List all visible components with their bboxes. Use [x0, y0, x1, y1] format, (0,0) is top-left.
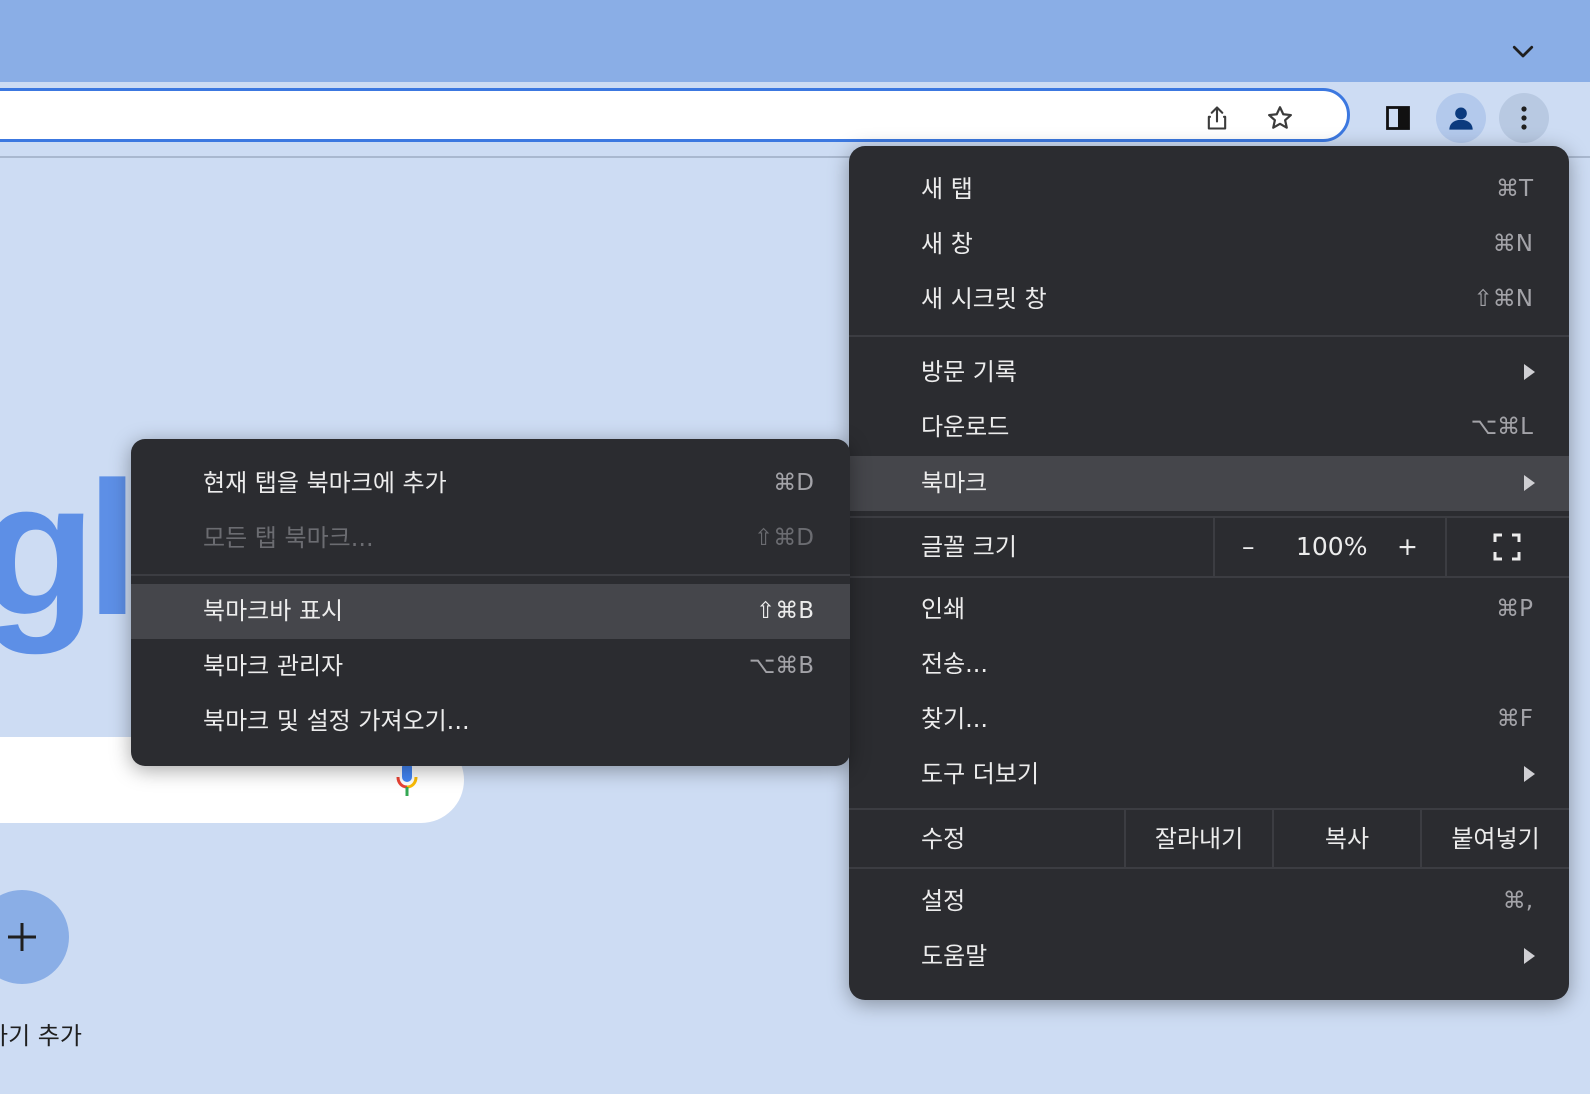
- menu-item-history[interactable]: 방문 기록: [849, 345, 1569, 400]
- add-shortcut-label: 가기 추가: [0, 1022, 82, 1050]
- paste-button[interactable]: 붙여넣기: [1422, 810, 1569, 868]
- profile-icon[interactable]: [1436, 93, 1486, 143]
- menu-item-cast[interactable]: 전송...: [849, 637, 1569, 692]
- fullscreen-icon[interactable]: [1492, 532, 1522, 562]
- menu-item-help[interactable]: 도움말: [849, 929, 1569, 984]
- menu-divider: [131, 574, 850, 576]
- add-shortcut-button[interactable]: [0, 890, 69, 984]
- menu-item-settings[interactable]: 설정 ⌘,: [849, 874, 1569, 929]
- menu-divider: [849, 576, 1569, 578]
- zoom-level: 100%: [1296, 532, 1368, 561]
- more-vertical-icon[interactable]: [1499, 93, 1549, 143]
- menu-item-print[interactable]: 인쇄 ⌘P: [849, 582, 1569, 637]
- menu-item-new-tab[interactable]: 새 탭 ⌘T: [849, 162, 1569, 217]
- menu-divider: [849, 867, 1569, 869]
- submenu-arrow-icon: [1524, 948, 1535, 964]
- zoom-out-button[interactable]: –: [1242, 518, 1255, 576]
- star-icon[interactable]: [1266, 104, 1294, 132]
- cut-button[interactable]: 잘라내기: [1126, 810, 1272, 868]
- side-panel-icon[interactable]: [1373, 93, 1423, 143]
- menu-item-find[interactable]: 찾기... ⌘F: [849, 692, 1569, 747]
- submenu-arrow-icon: [1524, 766, 1535, 782]
- menu-row-edit: 수정 잘라내기 복사 붙여넣기: [849, 810, 1569, 868]
- zoom-in-button[interactable]: +: [1397, 518, 1418, 576]
- submenu-item-add-bookmark[interactable]: 현재 탭을 북마크에 추가 ⌘D: [131, 456, 850, 511]
- menu-item-downloads[interactable]: 다운로드 ⌥⌘L: [849, 400, 1569, 455]
- submenu-item-import[interactable]: 북마크 및 설정 가져오기...: [131, 694, 850, 749]
- submenu-item-bookmark-all-tabs: 모든 탭 북마크... ⇧⌘D: [203, 524, 814, 552]
- menu-item-new-incognito[interactable]: 새 시크릿 창 ⇧⌘N: [849, 272, 1569, 327]
- tab-strip: [0, 0, 1590, 82]
- chrome-main-menu: 새 탭 ⌘T 새 창 ⌘N 새 시크릿 창 ⇧⌘N 방문 기록 다운로드 ⌥⌘L…: [849, 146, 1569, 1000]
- chevron-down-icon[interactable]: [1508, 36, 1538, 66]
- copy-button[interactable]: 복사: [1274, 810, 1420, 868]
- menu-row-zoom: 글꼴 크기 – 100% +: [849, 518, 1569, 576]
- submenu-arrow-icon: [1524, 364, 1535, 380]
- share-icon[interactable]: [1203, 104, 1231, 132]
- plus-icon: [8, 923, 36, 951]
- menu-item-new-window[interactable]: 새 창 ⌘N: [849, 217, 1569, 272]
- submenu-item-bookmark-manager[interactable]: 북마크 관리자 ⌥⌘B: [131, 639, 850, 694]
- menu-item-more-tools[interactable]: 도구 더보기: [849, 747, 1569, 802]
- bookmarks-submenu: 현재 탭을 북마크에 추가 ⌘D 모든 탭 북마크... ⇧⌘D 북마크바 표시…: [131, 439, 850, 766]
- submenu-arrow-icon: [1524, 475, 1535, 491]
- address-bar[interactable]: [0, 88, 1350, 142]
- menu-item-bookmarks[interactable]: 북마크: [849, 456, 1569, 511]
- menu-divider: [849, 335, 1569, 337]
- microphone-icon[interactable]: [393, 760, 421, 800]
- submenu-item-show-bookmarks-bar[interactable]: 북마크바 표시 ⇧⌘B: [131, 584, 850, 639]
